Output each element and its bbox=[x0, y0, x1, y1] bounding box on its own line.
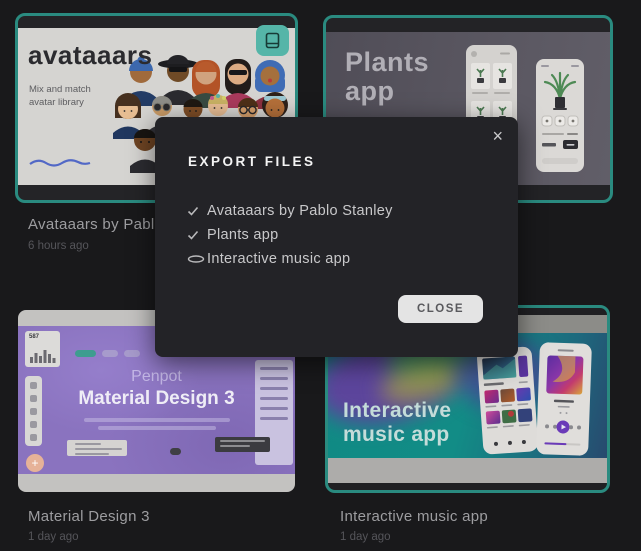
mini-tab bbox=[124, 350, 140, 357]
thumb-brand: Penpot bbox=[18, 368, 295, 386]
spinner-icon bbox=[187, 254, 207, 264]
mini-add-button: + bbox=[26, 454, 44, 472]
close-button[interactable]: CLOSE bbox=[398, 295, 483, 323]
mini-tooltip bbox=[215, 437, 270, 452]
mini-comment-card bbox=[67, 440, 127, 456]
export-file-list: Avataaars by Pablo Stanley Plants app In… bbox=[187, 199, 393, 271]
music-thumb-botstrip bbox=[328, 458, 607, 483]
export-list-item: Interactive music app bbox=[187, 247, 393, 271]
export-item-label: Interactive music app bbox=[207, 251, 350, 267]
thumb-text-line bbox=[84, 418, 230, 422]
dashboard-page: avataaars Mix and match avatar library bbox=[0, 0, 641, 551]
close-icon[interactable]: × bbox=[492, 127, 503, 145]
export-list-item: Avataaars by Pablo Stanley bbox=[187, 199, 393, 223]
music-phone-mockup-2 bbox=[536, 342, 592, 456]
export-list-item: Plants app bbox=[187, 223, 393, 247]
file-time-material: 1 day ago bbox=[28, 531, 79, 543]
file-name-music: Interactive music app bbox=[340, 508, 488, 525]
music-phone-mockup-1 bbox=[476, 346, 538, 455]
mini-stats-card: 587 bbox=[25, 331, 60, 367]
check-icon bbox=[187, 230, 207, 240]
thumb-heading: Interactive music app bbox=[343, 399, 451, 447]
blue-squiggle bbox=[30, 160, 90, 165]
file-time-avataaars: 6 hours ago bbox=[28, 240, 89, 252]
mini-tab bbox=[102, 350, 118, 357]
export-item-label: Plants app bbox=[207, 227, 279, 243]
thumb-heading: avataaars bbox=[28, 40, 153, 71]
mini-tab-active bbox=[75, 350, 96, 357]
library-book-icon bbox=[265, 32, 280, 49]
file-name-material: Material Design 3 bbox=[28, 508, 150, 525]
export-files-modal: × EXPORT FILES Avataaars by Pablo Stanle… bbox=[155, 117, 518, 357]
thumb-heading: Plants app bbox=[345, 48, 429, 106]
file-time-music: 1 day ago bbox=[340, 531, 391, 543]
export-item-label: Avataaars by Pablo Stanley bbox=[207, 203, 393, 219]
thumb-text-line bbox=[98, 426, 216, 430]
shared-library-badge[interactable] bbox=[256, 25, 289, 56]
modal-title: EXPORT FILES bbox=[188, 154, 316, 169]
thumb-subtitle: Mix and match avatar library bbox=[29, 83, 91, 109]
thumb-heading: Material Design 3 bbox=[18, 388, 295, 410]
plants-phone-mockup-2 bbox=[536, 59, 584, 172]
check-icon bbox=[187, 206, 207, 216]
mini-toggle bbox=[170, 448, 181, 455]
mini-toolbar bbox=[25, 376, 42, 446]
